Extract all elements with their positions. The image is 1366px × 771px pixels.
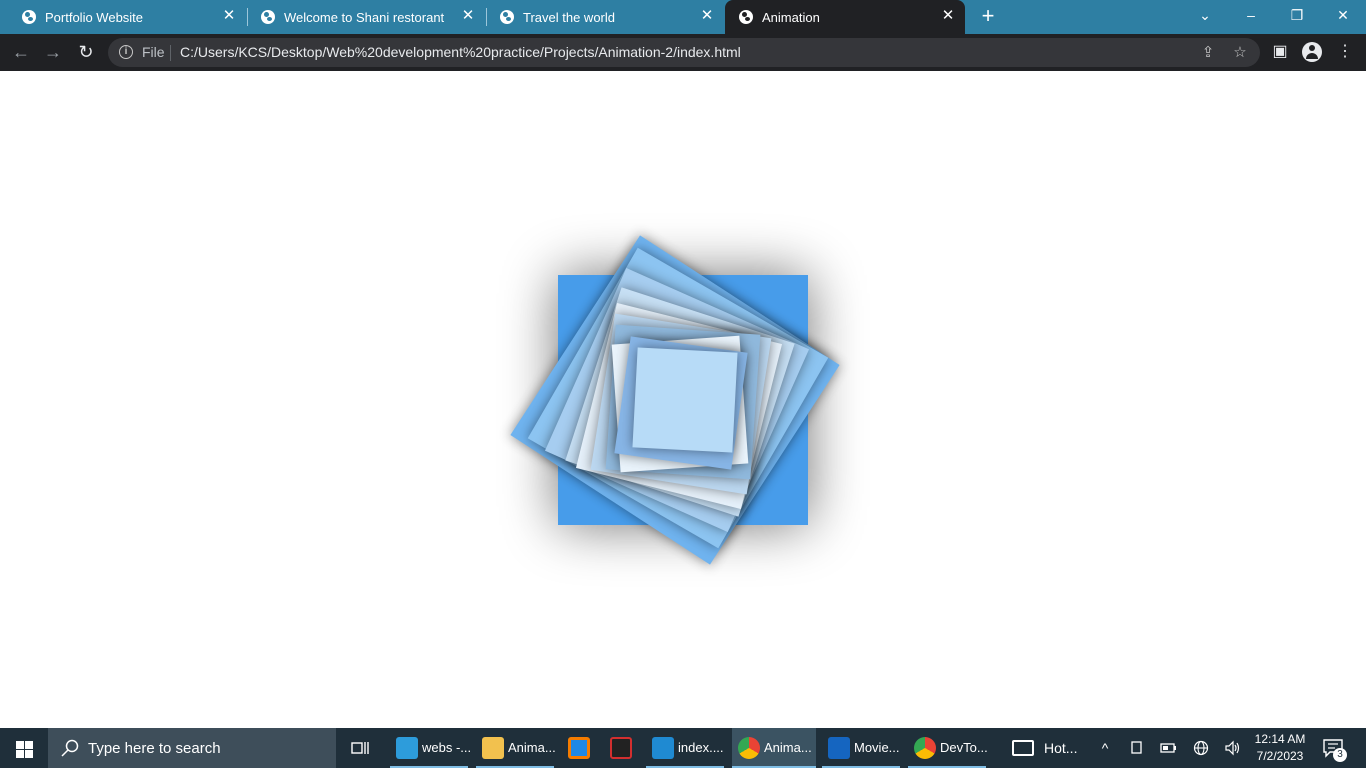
close-tab-icon[interactable]: ✕ (460, 8, 476, 24)
minimize-button[interactable]: – (1228, 0, 1274, 30)
back-button[interactable]: ← (8, 39, 34, 65)
reload-button[interactable]: ↻ (73, 39, 99, 65)
cube-icon (396, 737, 418, 759)
chrome-icon (914, 737, 936, 759)
taskbar-item-label: Anima... (508, 740, 556, 755)
taskbar-item-movie-maker[interactable]: Movie... (822, 728, 900, 768)
window-close-button[interactable]: ✕ (1320, 0, 1366, 30)
tab-search-button[interactable]: ⌄ (1182, 0, 1228, 30)
start-button[interactable] (0, 728, 48, 768)
vscode-icon (652, 737, 674, 759)
task-view-icon (351, 742, 369, 754)
taskbar-item-label: Anima... (764, 740, 812, 755)
taskbar-search-box[interactable]: Type here to search (48, 728, 336, 768)
globe-icon (261, 10, 275, 24)
search-icon (61, 739, 79, 757)
close-tab-icon[interactable]: ✕ (221, 8, 237, 24)
tab-strip: Portfolio Website ✕ Welcome to Shani res… (0, 0, 1366, 34)
taskbar-item-label: index.... (678, 740, 724, 755)
share-icon[interactable]: ⇪ (1198, 43, 1218, 63)
tab-portfolio-website[interactable]: Portfolio Website ✕ (8, 0, 246, 34)
forward-button[interactable]: → (40, 39, 66, 65)
notification-count-badge: 3 (1333, 748, 1347, 762)
chrome-icon (738, 737, 760, 759)
show-hidden-icons-chevron[interactable]: ^ (1094, 728, 1116, 768)
taskbar-item-devtools[interactable]: DevTo... (908, 728, 988, 768)
movie-maker-icon (828, 737, 850, 759)
search-placeholder: Type here to search (88, 740, 221, 757)
tab-animation[interactable]: Animation ✕ (725, 0, 965, 34)
file-chip[interactable]: File (142, 44, 165, 60)
taskbar-item-label: webs -... (422, 740, 472, 755)
animated-square (632, 347, 738, 453)
tab-title: Animation (762, 10, 820, 25)
news-icon (1012, 740, 1034, 756)
windows-logo-icon (25, 750, 33, 758)
tab-title: Travel the world (523, 10, 615, 25)
volume-icon[interactable] (1222, 728, 1244, 768)
meet-now-icon[interactable] (1126, 728, 1148, 768)
tab-travel-the-world[interactable]: Travel the world ✕ (486, 0, 724, 34)
globe-icon (22, 10, 36, 24)
clock-date[interactable]: 7/2/2023 (1252, 749, 1308, 763)
close-tab-icon[interactable]: ✕ (940, 8, 956, 24)
tab-title: Portfolio Website (45, 10, 144, 25)
taskbar-item-label: DevTo... (940, 740, 988, 755)
archive-icon (610, 737, 632, 759)
folder-icon (482, 737, 504, 759)
windows-logo-icon (16, 750, 24, 758)
browser-toolbar: ← → ↻ i File C:/Users/KCS/Desktop/Web%20… (0, 34, 1366, 71)
new-tab-button[interactable]: + (977, 5, 999, 28)
taskbar-news-widget[interactable]: Hot... (1006, 728, 1086, 768)
taskbar-item-virtualbox[interactable] (562, 728, 598, 768)
taskbar-item-vscode[interactable]: index.... (646, 728, 724, 768)
address-bar[interactable]: i File C:/Users/KCS/Desktop/Web%20develo… (108, 38, 1260, 67)
rotating-squares-animation (510, 235, 840, 565)
bookmark-star-icon[interactable]: ☆ (1230, 43, 1250, 63)
side-panel-icon[interactable]: ▣ (1268, 40, 1292, 64)
taskbar-item-label: Movie... (854, 740, 900, 755)
windows-logo-icon (25, 741, 33, 749)
taskbar-item-chrome-animation[interactable]: Anima... (732, 728, 816, 768)
taskbar-item-animation-folder[interactable]: Anima... (476, 728, 556, 768)
taskbar-item-webs[interactable]: webs -... (390, 728, 472, 768)
windows-taskbar: Type here to search webs -... Anima... i… (0, 728, 1366, 768)
profile-avatar-icon[interactable] (1302, 42, 1322, 62)
network-globe-icon[interactable] (1190, 728, 1212, 768)
url-text[interactable]: C:/Users/KCS/Desktop/Web%20development%2… (180, 44, 741, 60)
windows-logo-icon (16, 741, 24, 749)
news-label: Hot... (1044, 740, 1078, 756)
tab-shani-restorant[interactable]: Welcome to Shani restorant ✕ (247, 0, 485, 34)
page-content (0, 71, 1366, 728)
globe-icon (739, 10, 753, 24)
task-view-button[interactable] (344, 728, 376, 768)
battery-icon[interactable] (1158, 728, 1180, 768)
info-icon[interactable]: i (119, 45, 133, 59)
address-separator (170, 45, 171, 61)
globe-icon (500, 10, 514, 24)
virtualbox-icon (568, 737, 590, 759)
restore-button[interactable]: ❐ (1274, 0, 1320, 30)
taskbar-item-archive[interactable] (604, 728, 640, 768)
clock-time[interactable]: 12:14 AM (1252, 732, 1308, 746)
menu-icon[interactable]: ⋮ (1333, 40, 1357, 64)
tab-title: Welcome to Shani restorant (284, 10, 445, 25)
close-tab-icon[interactable]: ✕ (699, 8, 715, 24)
